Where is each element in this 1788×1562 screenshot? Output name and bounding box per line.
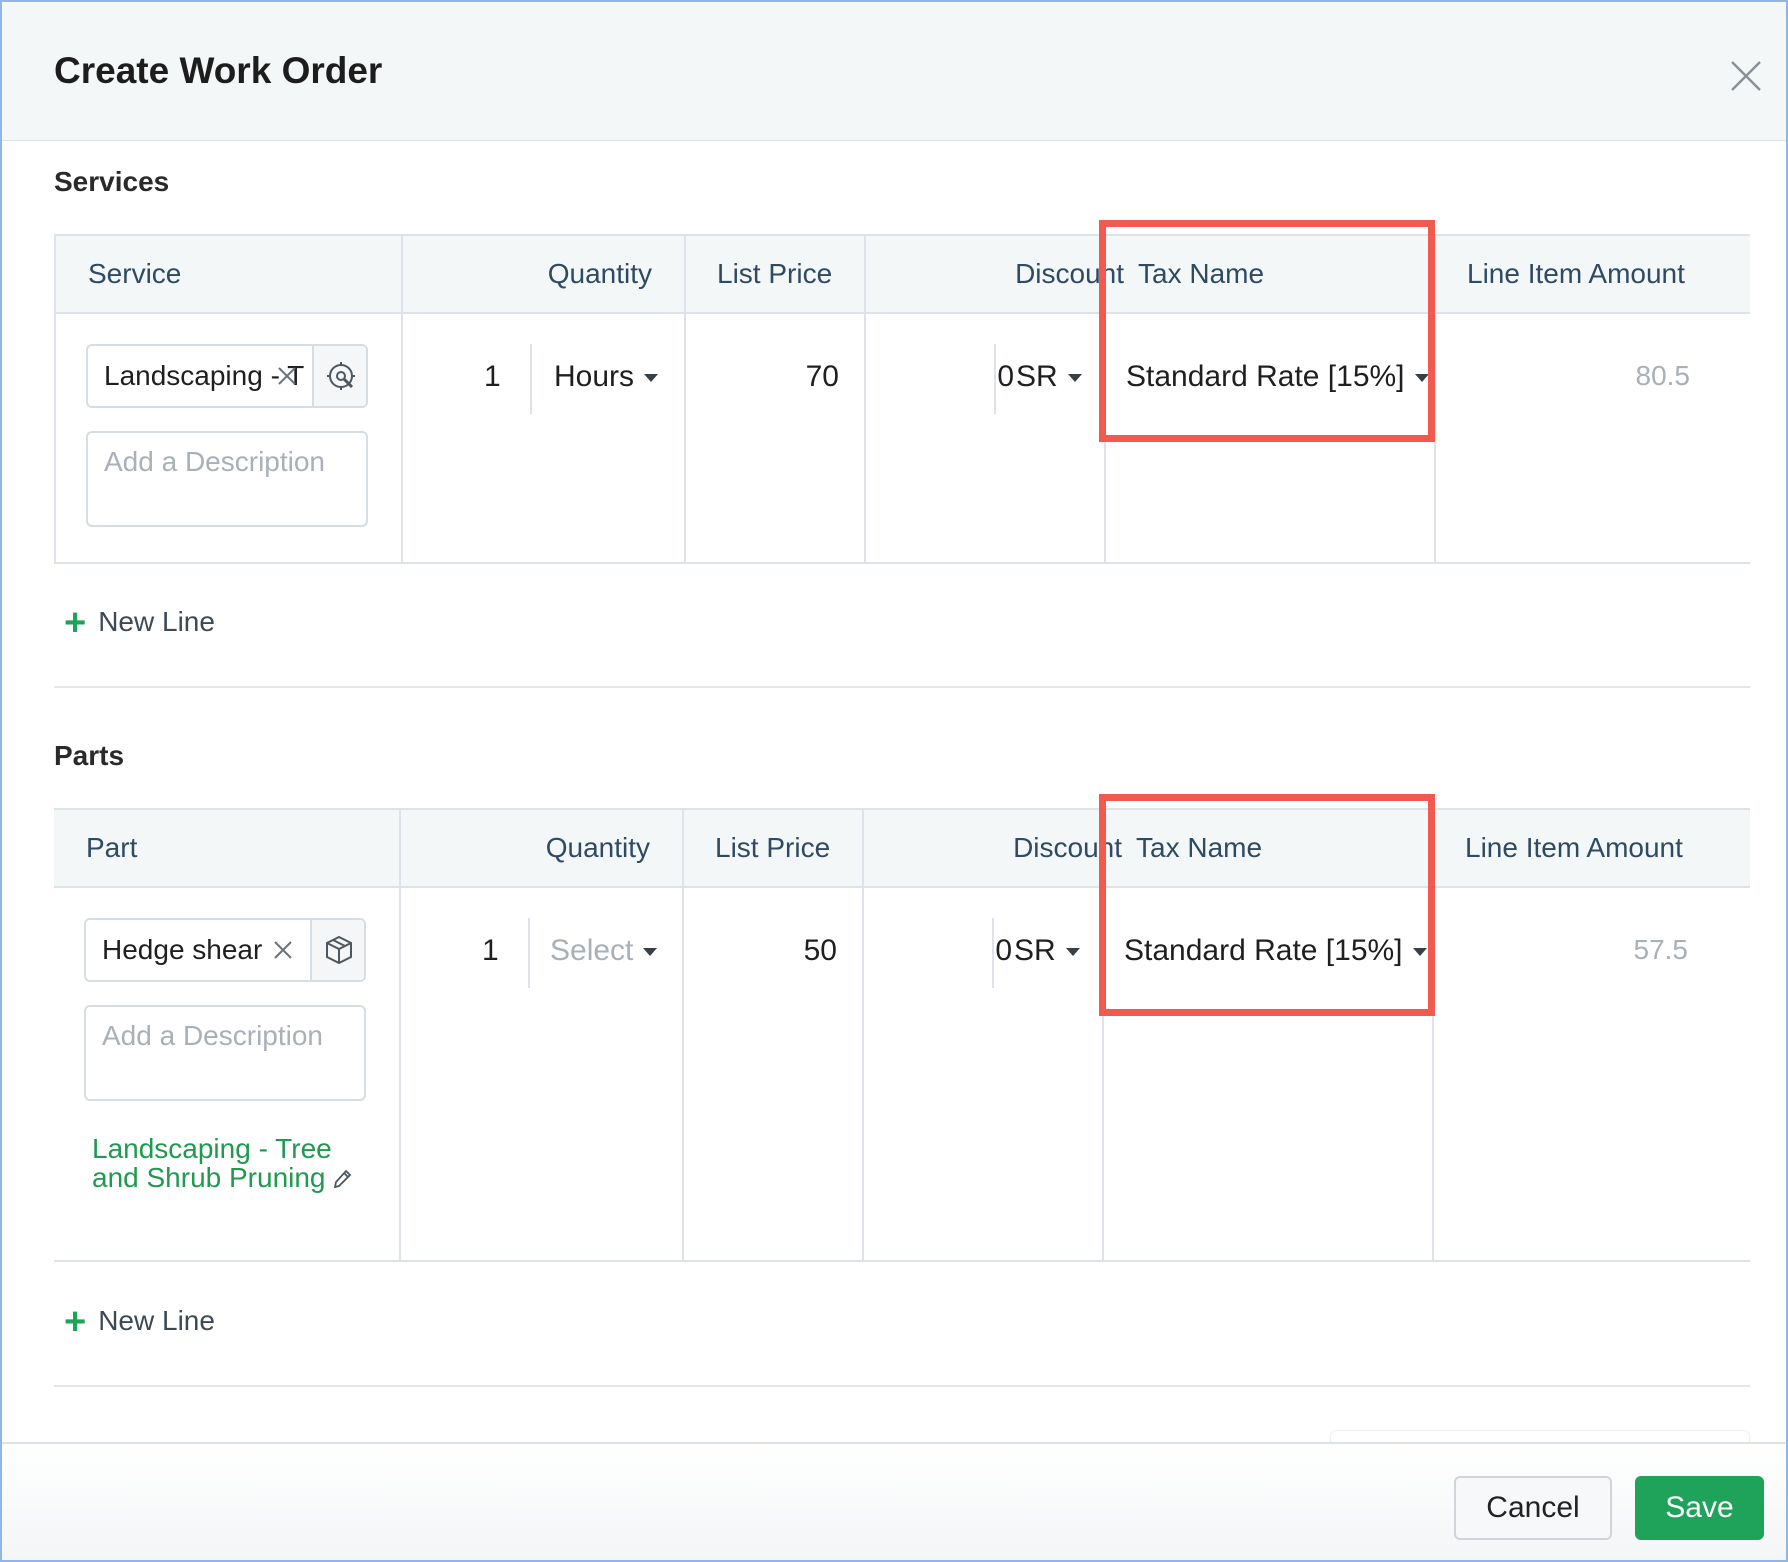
part-description-input[interactable]	[102, 1019, 342, 1053]
parts-section-title: Parts	[54, 740, 125, 771]
discount-type-separator	[992, 918, 994, 988]
part-discount-type-value: SR	[1014, 934, 1056, 967]
column-divider	[862, 808, 864, 1262]
close-icon[interactable]	[1728, 58, 1764, 94]
parts-table-header: Part Quantity List Price Discount Tax Na…	[54, 808, 1750, 888]
service-item-value: Landscaping - T	[104, 360, 305, 391]
part-linked-service-link[interactable]: Landscaping - Tree and Shrub Pruning	[92, 1134, 332, 1192]
caret-down-icon	[1412, 948, 1427, 957]
table-bottom-border	[54, 562, 1750, 564]
parts-table: Part Quantity List Price Discount Tax Na…	[54, 808, 1750, 1262]
service-discount[interactable]: 0	[934, 360, 1014, 394]
service-discount-type-value: SR	[1016, 360, 1058, 393]
section-divider	[54, 686, 1750, 688]
service-description-box[interactable]	[86, 431, 368, 527]
service-discount-type-dropdown[interactable]: SR	[1016, 360, 1082, 394]
part-tax-value: Standard Rate [15%]	[1124, 934, 1403, 967]
part-tax-dropdown[interactable]: Standard Rate [15%]	[1124, 934, 1427, 968]
part-item-field[interactable]: Hedge shear	[84, 918, 366, 982]
modal-header: Create Work Order	[2, 2, 1786, 141]
part-item-value: Hedge shear	[102, 934, 263, 965]
modal-footer: Cancel Save	[2, 1442, 1786, 1560]
column-header-quantity: Quantity	[545, 832, 650, 863]
wrench-gear-icon	[327, 362, 355, 390]
create-work-order-modal: Create Work Order Services Service Quant…	[0, 0, 1788, 1562]
service-line-item-amount: 80.5	[1635, 360, 1691, 391]
service-unit-dropdown[interactable]: Hours	[554, 360, 659, 394]
quantity-unit-separator	[528, 918, 530, 988]
column-header-list-price: List Price	[715, 832, 831, 863]
discount-type-separator	[994, 344, 996, 414]
services-table: Service Quantity List Price Discount Tax…	[54, 234, 1750, 564]
part-unit-placeholder: Select	[550, 934, 634, 967]
part-description-box[interactable]	[84, 1005, 366, 1101]
services-table-header: Service Quantity List Price Discount Tax…	[54, 234, 1750, 314]
part-list-price[interactable]: 50	[732, 934, 837, 968]
services-new-line-label: New Line	[98, 606, 215, 637]
column-header-quantity: Quantity	[547, 258, 652, 289]
column-divider	[401, 234, 403, 564]
part-discount-type-dropdown[interactable]: SR	[1014, 934, 1080, 968]
services-new-line-button[interactable]: + New Line	[64, 602, 215, 645]
plus-icon: +	[64, 1301, 87, 1343]
modal-title: Create Work Order	[54, 50, 383, 91]
caret-down-icon	[1067, 374, 1082, 383]
save-button[interactable]: Save	[1635, 1476, 1764, 1540]
caret-down-icon	[643, 948, 658, 957]
service-tax-value: Standard Rate [15%]	[1126, 360, 1405, 393]
column-header-discount: Discount	[1015, 258, 1124, 289]
caret-down-icon	[1065, 948, 1080, 957]
part-unit-dropdown[interactable]: Select	[550, 934, 658, 968]
box-icon	[326, 935, 352, 965]
part-line-item-amount: 57.5	[1633, 934, 1689, 965]
caret-down-icon	[644, 374, 659, 383]
column-divider	[1102, 808, 1104, 1262]
table-bottom-border	[54, 1260, 1750, 1262]
column-divider	[1104, 234, 1106, 564]
column-header-tax-name: Tax Name	[1136, 832, 1263, 863]
service-description-input[interactable]	[104, 445, 344, 479]
pencil-icon[interactable]	[332, 1168, 352, 1190]
part-lookup-button[interactable]	[310, 920, 364, 980]
services-section-title: Services	[54, 166, 170, 197]
clear-icon[interactable]	[276, 365, 298, 387]
column-divider	[864, 234, 866, 564]
column-divider	[1432, 808, 1434, 1262]
column-divider	[399, 808, 401, 1262]
parts-new-line-button[interactable]: + New Line	[64, 1301, 215, 1344]
column-divider	[1434, 234, 1436, 564]
part-quantity[interactable]: 1	[482, 934, 499, 968]
clear-icon[interactable]	[272, 939, 294, 961]
service-unit-value: Hours	[554, 360, 635, 393]
service-item-field[interactable]: Landscaping - T	[86, 344, 368, 408]
part-discount[interactable]: 0	[932, 934, 1012, 968]
column-header-line-item-amount: Line Item Amount	[1465, 832, 1683, 863]
parts-new-line-label: New Line	[98, 1305, 215, 1336]
service-tax-dropdown[interactable]: Standard Rate [15%]	[1126, 360, 1429, 394]
cancel-button[interactable]: Cancel	[1454, 1476, 1612, 1540]
column-header-tax-name: Tax Name	[1138, 258, 1265, 289]
service-list-price[interactable]: 70	[734, 360, 839, 394]
column-header-discount: Discount	[1013, 832, 1122, 863]
table-border-left	[54, 234, 56, 564]
column-divider	[684, 234, 686, 564]
column-header-part: Part	[86, 832, 138, 863]
column-header-list-price: List Price	[717, 258, 833, 289]
section-divider	[54, 1385, 1750, 1387]
column-divider	[682, 808, 684, 1262]
caret-down-icon	[1414, 374, 1429, 383]
column-header-service: Service	[88, 258, 182, 289]
service-lookup-button[interactable]	[312, 346, 366, 406]
column-header-line-item-amount: Line Item Amount	[1467, 258, 1685, 289]
service-quantity[interactable]: 1	[484, 360, 501, 394]
plus-icon: +	[64, 602, 87, 644]
quantity-unit-separator	[530, 344, 532, 414]
